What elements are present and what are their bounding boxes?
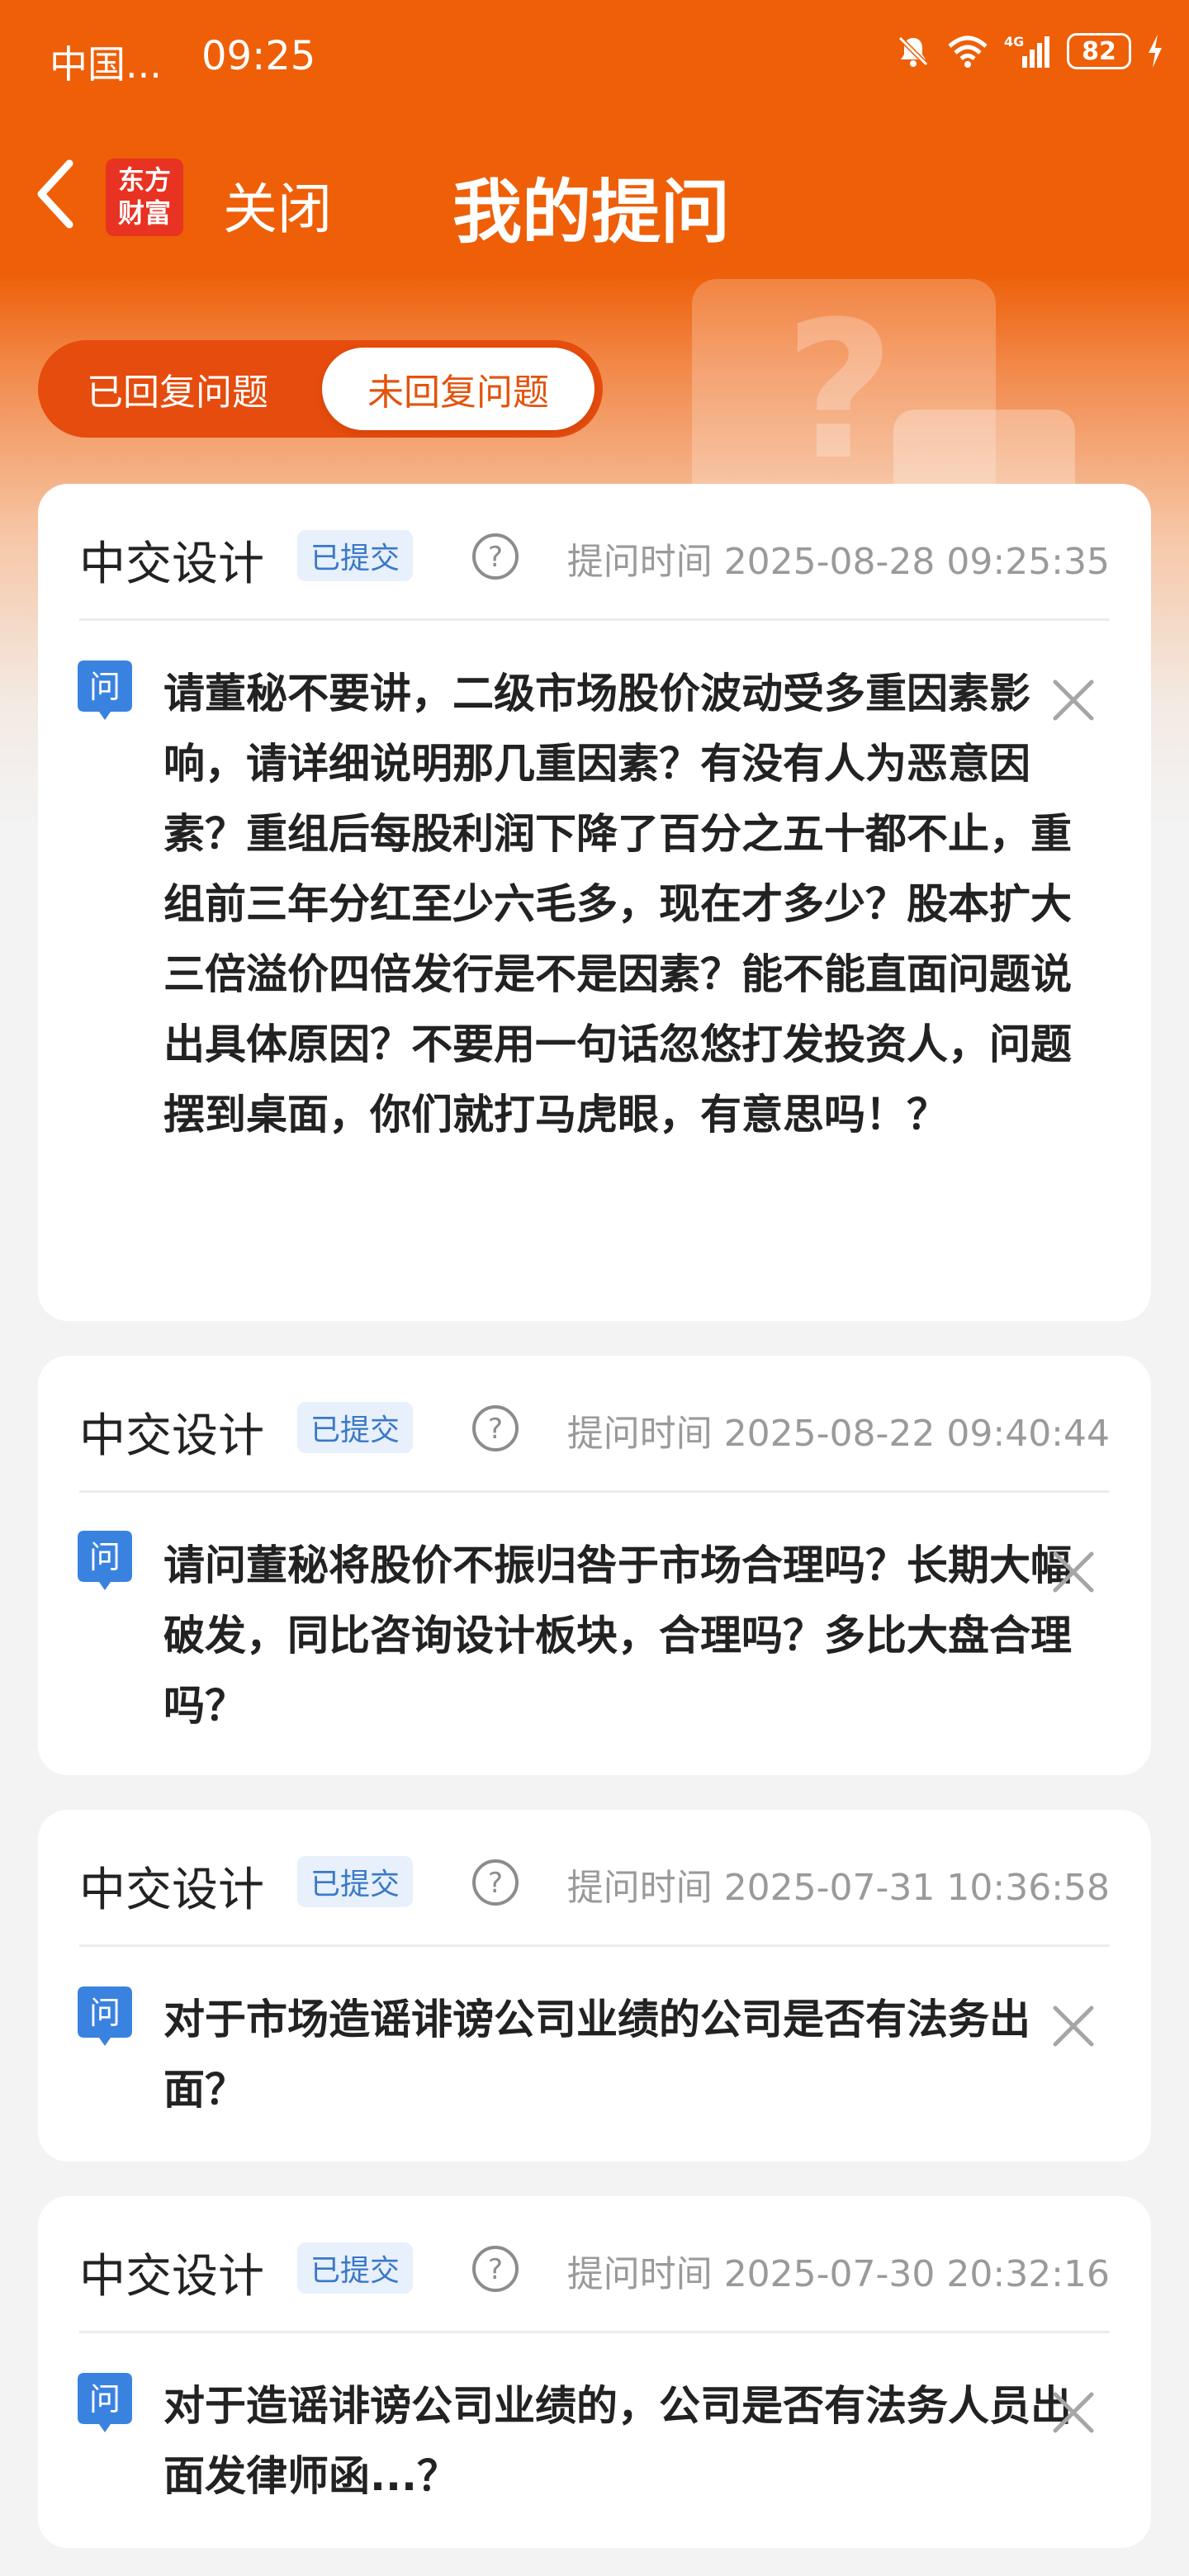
logo-line-2: 财富	[117, 197, 171, 229]
tab-replied[interactable]: 已回复问题	[38, 348, 317, 430]
svg-text:?: ?	[488, 541, 503, 574]
chevron-left-icon	[37, 159, 73, 229]
close-icon	[1053, 2392, 1094, 2433]
delete-question-button[interactable]	[1047, 2000, 1100, 2053]
help-icon[interactable]: ?	[471, 1858, 520, 1911]
page-title: 我的提问	[452, 172, 731, 253]
question-text: 请董秘不要讲，二级市场股价波动受多重因素影响，请详细说明那几重因素？有没有人为恶…	[163, 670, 1072, 1139]
page: ? 中国... 09:25 4G 82 东方 财富 关闭 我的提问 已回复问题 …	[0, 0, 1189, 2576]
status-bar: 中国... 09:25 4G 82	[0, 0, 1189, 116]
svg-text:问: 问	[89, 1995, 121, 2031]
card-header: 中交设计 已提交 ? 提问时间 2025-08-28 09:25:35	[79, 484, 1110, 621]
status-badge: 已提交	[297, 2242, 414, 2294]
top-navigation: 东方 财富 关闭 我的提问	[0, 140, 1189, 253]
question-badge-icon: 问	[78, 1531, 132, 1592]
status-badge: 已提交	[297, 1856, 414, 1907]
close-button[interactable]: 关闭	[223, 165, 332, 244]
ask-time: 提问时间 2025-07-30 20:32:16	[566, 2253, 1110, 2295]
card-header: 中交设计 已提交 ? 提问时间 2025-07-30 20:32:16	[79, 2196, 1110, 2333]
svg-text:?: ?	[488, 1867, 503, 1900]
delete-question-button[interactable]	[1047, 1546, 1100, 1598]
svg-text:?: ?	[488, 1413, 503, 1446]
svg-text:问: 问	[89, 669, 121, 705]
close-icon	[1053, 680, 1094, 721]
clock: 09:25	[201, 33, 316, 79]
logo-line-1: 东方	[117, 164, 171, 196]
question-text: 对于造谣诽谤公司业绩的，公司是否有法务人员出面发律师函...？	[163, 2382, 1072, 2500]
question-card: 中交设计 已提交 ? 提问时间 2025-07-31 10:36:58 问 对于…	[38, 1810, 1151, 2162]
svg-text:问: 问	[89, 1539, 121, 1575]
question-mark-decoration-icon: ?	[784, 282, 895, 502]
tab-switch: 已回复问题 未回复问题	[38, 340, 603, 438]
cellular-4g-icon: 4G	[1004, 34, 1049, 68]
question-badge-icon: 问	[78, 1986, 132, 2048]
ask-time: 提问时间 2025-07-31 10:36:58	[566, 1867, 1110, 1909]
question-text: 对于市场造谣诽谤公司业绩的公司是否有法务出面？	[163, 1996, 1030, 2114]
back-button[interactable]	[26, 157, 84, 231]
mute-icon	[898, 36, 929, 67]
card-header: 中交设计 已提交 ? 提问时间 2025-07-31 10:36:58	[79, 1810, 1110, 1947]
question-card: 中交设计 已提交 ? 提问时间 2025-08-22 09:40:44 问 请问…	[38, 1356, 1151, 1775]
battery-level: 82	[1082, 36, 1116, 66]
question-text: 请问董秘将股价不振归咎于市场合理吗？长期大幅破发，同比咨询设计板块，合理吗？多比…	[163, 1541, 1072, 1730]
tab-unreplied[interactable]: 未回复问题	[322, 348, 594, 430]
delete-question-button[interactable]	[1047, 674, 1100, 727]
carrier-label: 中国...	[50, 42, 162, 87]
company-name[interactable]: 中交设计	[79, 2239, 264, 2306]
status-icons: 4G 82	[895, 33, 1164, 69]
question-badge-icon: 问	[78, 2373, 132, 2434]
company-name[interactable]: 中交设计	[79, 1399, 264, 1466]
svg-text:问: 问	[89, 2381, 121, 2417]
svg-text:4G: 4G	[1004, 34, 1024, 50]
close-icon	[1053, 1551, 1094, 1593]
charging-bolt-icon	[1149, 35, 1162, 68]
delete-question-button[interactable]	[1047, 2386, 1100, 2439]
svg-text:?: ?	[488, 2253, 503, 2286]
ask-time: 提问时间 2025-08-22 09:40:44	[566, 1413, 1110, 1455]
app-logo: 东方 财富	[106, 159, 183, 236]
card-header: 中交设计 已提交 ? 提问时间 2025-08-22 09:40:44	[79, 1356, 1110, 1493]
question-card: 中交设计 已提交 ? 提问时间 2025-07-30 20:32:16 问 对于…	[38, 2196, 1151, 2548]
question-badge-icon: 问	[78, 661, 132, 722]
help-icon[interactable]: ?	[471, 1404, 520, 1456]
wifi-icon	[948, 36, 988, 68]
company-name[interactable]: 中交设计	[79, 527, 264, 594]
close-icon	[1053, 2005, 1094, 2047]
help-icon[interactable]: ?	[471, 532, 520, 585]
status-badge: 已提交	[297, 1402, 414, 1453]
question-card: 中交设计 已提交 ? 提问时间 2025-08-28 09:25:35 问 请董…	[38, 484, 1151, 1321]
battery-indicator: 82	[1067, 33, 1131, 69]
ask-time: 提问时间 2025-08-28 09:25:35	[566, 541, 1110, 583]
help-icon[interactable]: ?	[471, 2244, 520, 2297]
status-badge: 已提交	[297, 530, 414, 581]
company-name[interactable]: 中交设计	[79, 1853, 264, 1920]
